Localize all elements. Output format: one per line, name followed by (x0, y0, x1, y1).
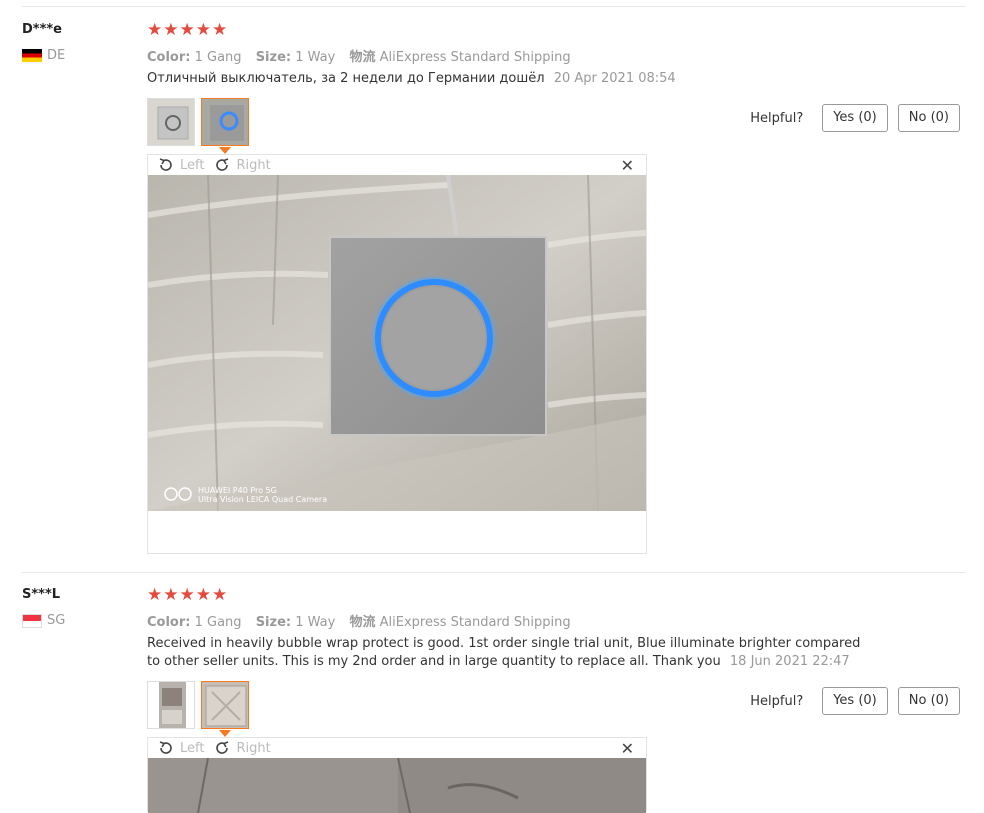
review-photo (148, 758, 646, 813)
photo-viewer: Left Right ✕ (147, 154, 647, 554)
selected-thumbnail-caret-icon (219, 730, 231, 737)
close-viewer-button[interactable]: ✕ (621, 156, 634, 175)
top-divider (22, 6, 966, 7)
review-photo-image (148, 758, 646, 813)
color-label: Color: (147, 50, 191, 65)
shipping-value: AliExpress Standard Shipping (379, 50, 571, 65)
photo-thumbnail-selected[interactable] (201, 681, 249, 729)
size-label: Size: (255, 50, 292, 65)
star-rating: ★★★★★ (147, 585, 229, 605)
helpful-label: Helpful? (750, 693, 804, 709)
helpful-yes-button[interactable]: Yes (0) (822, 104, 888, 132)
helpful-yes-button[interactable]: Yes (0) (822, 687, 888, 715)
size-value: 1 Way (295, 50, 336, 65)
review-date: 18 Jun 2021 22:47 (729, 654, 850, 669)
photo-viewer: Left Right ✕ (147, 737, 647, 813)
photo-thumbnails (147, 681, 249, 729)
helpful-voting: Helpful? Yes (0) No (0) (750, 104, 960, 132)
country-code: SG (47, 613, 66, 628)
helpful-label: Helpful? (750, 110, 804, 126)
helpful-voting: Helpful? Yes (0) No (0) (750, 687, 960, 715)
size-value: 1 Way (295, 615, 336, 630)
switch-photo-image: HUAWEI P40 Pro 5G Ultra Vision LEICA Qua… (148, 175, 646, 511)
rotate-right-button[interactable]: Right (214, 157, 271, 173)
reviewer-country: DE (22, 48, 65, 63)
country-code: DE (47, 48, 66, 63)
review-text-block: Отличный выключатель, за 2 недели до Гер… (147, 70, 867, 88)
rotate-left-label: Left (180, 740, 205, 756)
review-attributes: Color: 1 Gang Size: 1 Way 物流 AliExpress … (147, 46, 571, 65)
review-date: 20 Apr 2021 08:54 (553, 71, 676, 86)
photo-thumbnails (147, 98, 249, 146)
reviewer-country: SG (22, 613, 65, 628)
rotate-left-button[interactable]: Left (158, 157, 204, 173)
rotate-right-icon (216, 741, 229, 754)
photo-thumbnail-selected[interactable] (201, 98, 249, 146)
close-viewer-button[interactable]: ✕ (621, 739, 634, 758)
reviewer-name: S***L (22, 587, 61, 602)
shipping-value: AliExpress Standard Shipping (379, 615, 571, 630)
shipping-label: 物流 (349, 615, 376, 630)
review-text-block: Received in heavily bubble wrap protect … (147, 635, 867, 671)
rotate-right-label: Right (236, 157, 271, 173)
rotate-left-label: Left (180, 157, 205, 173)
rotate-left-icon (159, 741, 172, 754)
color-value: 1 Gang (194, 615, 242, 630)
singapore-flag-icon (22, 613, 42, 628)
rotate-right-button[interactable]: Right (214, 740, 271, 756)
size-label: Size: (255, 615, 292, 630)
color-value: 1 Gang (194, 50, 242, 65)
color-label: Color: (147, 615, 191, 630)
photo-viewer-toolbar: Left Right ✕ (148, 738, 646, 758)
photo-thumbnail[interactable] (147, 681, 195, 729)
helpful-no-button[interactable]: No (0) (897, 687, 960, 715)
germany-flag-icon (22, 49, 42, 62)
helpful-no-button[interactable]: No (0) (897, 104, 960, 132)
rotate-left-button[interactable]: Left (158, 740, 204, 756)
selected-thumbnail-caret-icon (219, 147, 231, 154)
photo-viewer-toolbar: Left Right ✕ (148, 155, 646, 175)
review-attributes: Color: 1 Gang Size: 1 Way 物流 AliExpress … (147, 611, 571, 630)
rotate-left-icon (159, 158, 172, 171)
shipping-label: 物流 (349, 50, 376, 65)
reviewer-name: D***e (22, 22, 63, 37)
rotate-right-label: Right (236, 740, 271, 756)
photo-caption-line1: HUAWEI P40 Pro 5G (198, 486, 277, 495)
star-rating: ★★★★★ (147, 20, 229, 40)
photo-caption-line2: Ultra Vision LEICA Quad Camera (198, 495, 327, 504)
review-text: Отличный выключатель, за 2 недели до Гер… (147, 71, 545, 86)
photo-thumbnail[interactable] (147, 98, 195, 146)
rotate-right-icon (216, 158, 229, 171)
review-photo: HUAWEI P40 Pro 5G Ultra Vision LEICA Qua… (148, 175, 646, 511)
review-divider (22, 572, 966, 573)
